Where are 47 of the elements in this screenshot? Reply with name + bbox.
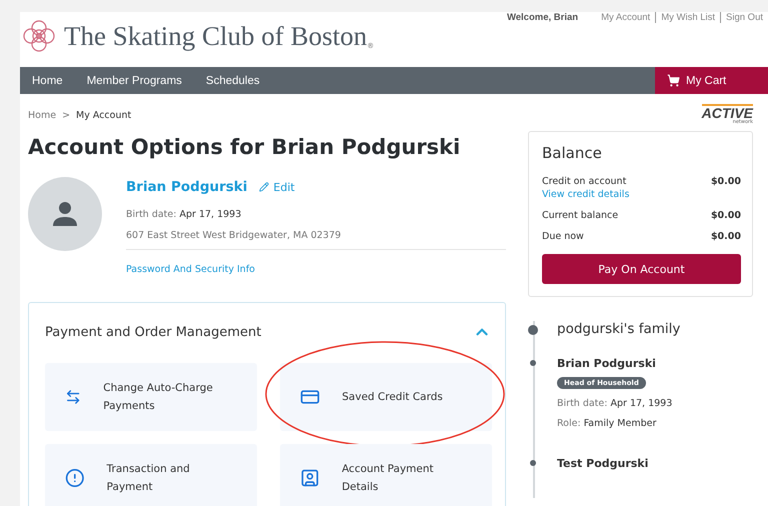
alert-circle-icon bbox=[65, 468, 85, 488]
payment-option-tile[interactable]: Transaction and Payment bbox=[45, 444, 257, 506]
payment-option-tile[interactable]: Saved Credit Cards bbox=[280, 363, 492, 431]
breadcrumb-separator: > bbox=[62, 110, 70, 121]
welcome-text: Welcome, Brian bbox=[506, 12, 578, 23]
pencil-icon bbox=[259, 182, 270, 192]
birth-date: Birth date: Apr 17, 1993 bbox=[126, 209, 242, 220]
user-square-icon bbox=[300, 468, 320, 488]
profile-name: Brian Podgurski bbox=[126, 179, 248, 195]
balance-amount: $0.00 bbox=[710, 176, 741, 187]
timeline-dot bbox=[528, 325, 538, 335]
balance-amount: $0.00 bbox=[710, 231, 741, 242]
security-link[interactable]: Password And Security Info bbox=[126, 264, 255, 275]
payment-option-tile[interactable]: Change Auto-Charge Payments bbox=[45, 363, 257, 431]
breadcrumb-link[interactable]: My Account bbox=[76, 110, 132, 121]
member-name: Brian Podgurski bbox=[557, 357, 657, 370]
page-heading: Account Options for Brian Podgurski bbox=[28, 134, 462, 161]
address: 607 East Street West Bridgewater, MA 02379 bbox=[126, 230, 342, 241]
club-logo bbox=[22, 19, 56, 53]
pay-on-account-button[interactable]: Pay On Account bbox=[542, 254, 741, 284]
nav-item[interactable]: Home bbox=[20, 67, 75, 94]
balance-amount: $0.00 bbox=[710, 210, 741, 221]
timeline-dot bbox=[530, 360, 536, 366]
edit-link[interactable]: Edit bbox=[259, 180, 295, 194]
account-link[interactable]: My Account bbox=[596, 12, 656, 23]
nav-item[interactable]: Schedules bbox=[194, 67, 272, 94]
card-title: Payment and Order Management bbox=[45, 324, 262, 340]
member-birth-date: Birth date: Apr 17, 1993 bbox=[557, 398, 674, 409]
member-role: Role: Family Member bbox=[557, 418, 658, 429]
balance-label: Current balance bbox=[542, 210, 618, 221]
member-name: Test Podgurski bbox=[557, 457, 650, 470]
account-link[interactable]: My Wish List bbox=[655, 12, 720, 23]
timeline-dot bbox=[530, 460, 536, 466]
account-link[interactable]: Sign Out bbox=[720, 12, 768, 23]
breadcrumb-link[interactable]: Home bbox=[28, 110, 56, 121]
credit-details-link[interactable]: View credit details bbox=[542, 189, 741, 200]
balance-label: Credit on account bbox=[542, 176, 626, 187]
payment-option-tile[interactable]: Account Payment Details bbox=[280, 444, 492, 506]
nav-item[interactable]: Member Programs bbox=[74, 67, 194, 94]
person-icon bbox=[50, 199, 80, 229]
cart-icon bbox=[667, 74, 680, 87]
balance-label: Due now bbox=[542, 231, 584, 242]
family-title: podgurski's family bbox=[557, 321, 680, 337]
site-title: The Skating Club of Boston bbox=[64, 20, 367, 52]
cart-button[interactable]: My Cart bbox=[655, 67, 768, 94]
balance-title: Balance bbox=[542, 144, 603, 162]
swap-arrows-icon bbox=[65, 387, 82, 407]
